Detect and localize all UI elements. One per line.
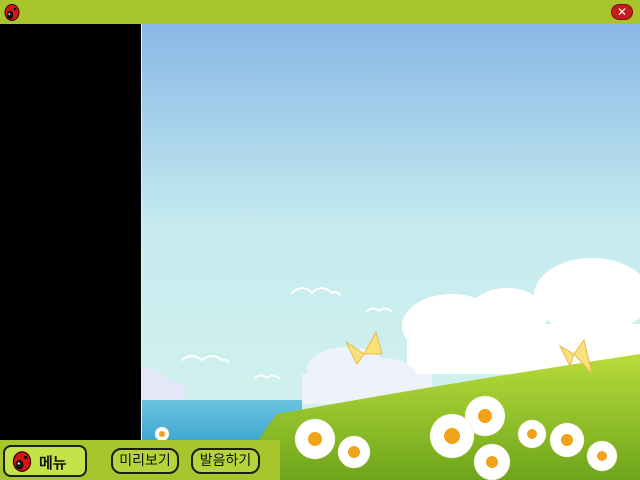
scene-illustration [142, 24, 640, 480]
ladybug-icon [4, 4, 20, 21]
left-panel [0, 24, 141, 440]
preview-button-label: 미리보기 [119, 453, 171, 469]
close-button[interactable]: ✕ [611, 4, 633, 20]
pronounce-button-label: 발음하기 [199, 453, 252, 469]
preview-button[interactable]: 미리보기 [111, 448, 179, 474]
menu-button[interactable]: 메뉴 [3, 445, 87, 477]
menu-button-label: 메뉴 [39, 454, 67, 472]
close-icon: ✕ [616, 5, 628, 19]
title-bar: ✕ [0, 0, 640, 24]
ladybug-icon [12, 451, 32, 472]
pronounce-button[interactable]: 발음하기 [191, 448, 260, 474]
